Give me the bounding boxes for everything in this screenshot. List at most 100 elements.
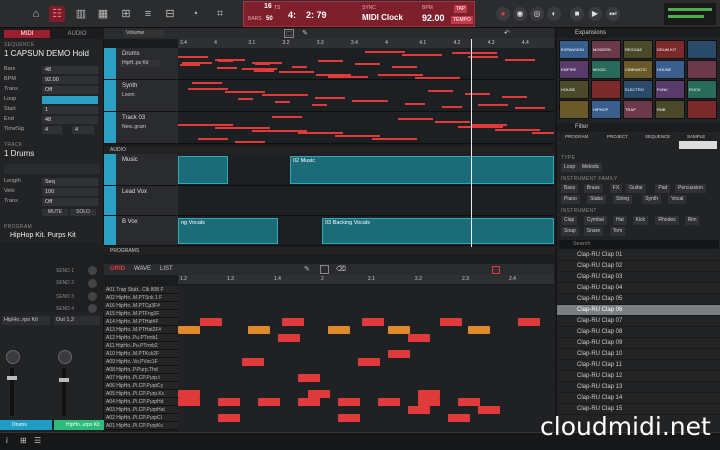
bpm-value[interactable]: 92.00 [422,13,445,23]
grid-note[interactable] [308,390,330,398]
pencil-tool-icon[interactable]: ✎ [302,29,308,37]
expansion-thumb[interactable]: HIPHOP [591,100,621,119]
grid-note[interactable] [178,390,200,398]
track-music[interactable]: Music [104,154,178,186]
track-synth[interactable]: Synth Loom [104,80,178,112]
audio-clip-music-2[interactable]: 02 Music [290,156,554,184]
expansion-thumb[interactable]: DRUM KIT [655,40,685,59]
midi-note[interactable] [198,138,228,140]
expansion-thumb[interactable]: ELECTRO [623,80,653,99]
midi-note[interactable] [355,63,380,65]
filter-chip[interactable]: Hat [613,216,627,225]
pan-knob-2[interactable] [58,350,72,364]
midi-note[interactable] [215,59,245,61]
midi-note[interactable] [465,93,490,95]
loop-toggle[interactable] [42,96,98,104]
midi-note[interactable] [188,88,228,90]
midi-note[interactable] [378,74,423,76]
pad-row[interactable]: A11 HipHo..Pu.PTrmb2 [104,342,178,350]
track-lead-vox[interactable]: Lead Vox [104,186,178,216]
chip-loop[interactable]: Loop [561,163,579,172]
midi-note[interactable] [365,51,405,53]
filter-chip[interactable]: Kick [632,216,649,225]
midi-note[interactable] [225,91,265,93]
lane-drums[interactable] [178,48,554,80]
pad-row[interactable]: A13 HipHo..M.PTHat2F# [104,326,178,334]
midi-note[interactable] [318,60,343,62]
playhead[interactable] [471,39,472,247]
mixer-icon[interactable]: ▥ [73,6,89,22]
sample-list-item[interactable]: Clap-RU Clap 07 [557,316,720,327]
position-value[interactable]: 2: 79 [306,10,327,20]
pads-icon[interactable]: ⌗ [212,6,228,22]
filter-chip[interactable]: Rhodes [655,216,679,225]
midi-note[interactable] [452,52,497,54]
filter-chip[interactable]: Percussion [675,184,706,193]
tab-wave[interactable]: WAVE [134,266,151,272]
midi-note[interactable] [279,71,314,73]
chip-melodic[interactable]: Melodic [579,163,603,172]
grid-note[interactable] [518,318,540,326]
lane-music[interactable]: 02 Music [178,154,554,186]
tap-button[interactable]: TAP [454,5,468,13]
filter-chip[interactable]: Tom [609,227,626,236]
expansion-thumb[interactable]: FUNK [655,80,685,99]
pad-row[interactable]: A08 HipHo..P.Purp.Thd [104,366,178,374]
grid-pencil-icon[interactable]: ✎ [304,265,310,273]
pad-row[interactable]: A16 HipHo..M.PTCp3F# [104,302,178,310]
grid-note[interactable] [388,326,410,334]
midi-note[interactable] [435,121,470,123]
grid-note[interactable] [218,398,240,406]
midi-note[interactable] [335,135,380,137]
grid-note[interactable] [468,326,490,334]
midi-note[interactable] [352,100,382,102]
grid-note[interactable] [278,334,300,342]
sample-list-item[interactable]: Clap-RU Clap 05 [557,294,720,305]
grid-rec-icon[interactable] [492,266,500,274]
search-input[interactable]: Search [559,240,719,249]
midi-note[interactable] [468,56,498,58]
midi-note[interactable] [275,101,290,103]
sample-list-item[interactable]: Clap-RU Clap 01 [557,250,720,261]
pad-row[interactable]: A10 HipHo..M.PTKck2F [104,350,178,358]
grid-note[interactable] [478,406,500,414]
sync-value[interactable]: MIDI Clock [362,13,403,22]
midi-note[interactable] [505,59,535,61]
midi-note[interactable] [192,82,222,84]
sample-list-item[interactable]: Clap-RU Clap 12 [557,371,720,382]
grid-note[interactable] [218,414,240,422]
expansion-thumb[interactable]: EMPIRE [559,60,589,79]
midi-note[interactable] [180,64,200,66]
grid-note[interactable] [200,318,222,326]
midi-note[interactable] [372,138,417,140]
timeline-ruler[interactable]: 3.4 4 3.1 3.2 3.3 3.4 4 4.1 4.2 4.3 4.4 [178,39,554,48]
view-select[interactable]: Volume [124,30,164,37]
midi-note[interactable] [458,126,503,128]
kit-select[interactable]: HipHo..rps Kit [2,316,50,325]
bars-value[interactable]: 4: [288,10,296,20]
grid-note[interactable] [448,414,470,422]
ts-value[interactable]: 16 [264,3,272,10]
pad-row[interactable]: A12 HipHo..Pu.PTrmb1 [104,334,178,342]
grid-note[interactable] [338,414,360,422]
pad-row[interactable]: A14 HipHo..M.PTHat#F [104,318,178,326]
list-view-icon[interactable]: ☰ [34,436,41,445]
pad-row[interactable]: A02 HipHo..M.PTSnk 1 F [104,294,178,302]
midi-note[interactable] [405,103,425,105]
grid-note[interactable] [418,390,440,398]
program-edit-icon[interactable]: ≡ [140,6,156,22]
send1-knob[interactable] [88,266,97,275]
grid-note[interactable] [282,318,304,326]
expansion-thumb[interactable]: HOUSE [559,80,589,99]
audio-clip-bvox-2[interactable]: 03 Backing Vocals [322,218,554,244]
sample-list-item[interactable]: Clap-RU Clap 09 [557,338,720,349]
grid-note[interactable] [178,326,200,334]
midi-note[interactable] [415,77,460,79]
midi-note[interactable] [495,129,540,131]
grid-note[interactable] [178,398,200,406]
midi-note[interactable] [442,106,462,108]
sample-list-item[interactable]: Clap-RU Clap 06 [557,305,720,316]
grid-note[interactable] [298,374,320,382]
expansion-thumb[interactable] [687,40,717,59]
pan-knob[interactable] [6,350,20,364]
